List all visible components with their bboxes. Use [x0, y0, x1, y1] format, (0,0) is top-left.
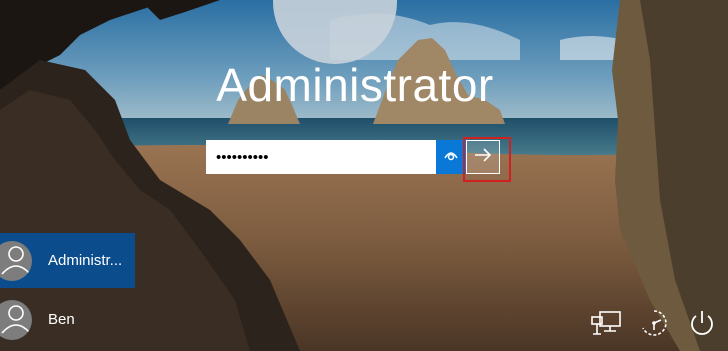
ease-of-access-icon: [639, 308, 669, 343]
password-input[interactable]: [206, 140, 436, 174]
power-button[interactable]: [686, 309, 718, 341]
reveal-password-button[interactable]: [436, 140, 466, 174]
ease-of-access-button[interactable]: [638, 309, 670, 341]
user-item-administrator[interactable]: Administr...: [0, 233, 135, 288]
user-avatar: [0, 240, 32, 281]
password-row: [206, 140, 500, 174]
network-icon: [590, 309, 622, 342]
system-tray: [590, 309, 718, 341]
person-icon: [0, 300, 32, 340]
submit-button[interactable]: [466, 140, 500, 174]
user-name: Administr...: [48, 252, 123, 269]
user-list: Administr... Ben: [0, 233, 135, 347]
login-username: Administrator: [216, 59, 494, 111]
power-icon: [688, 309, 716, 342]
eye-icon: [443, 148, 459, 167]
user-name: Ben: [48, 311, 75, 328]
network-button[interactable]: [590, 309, 622, 341]
user-item-ben[interactable]: Ben: [0, 292, 135, 347]
arrow-right-icon: [474, 147, 492, 167]
user-avatar: [0, 299, 32, 340]
person-icon: [0, 241, 32, 281]
